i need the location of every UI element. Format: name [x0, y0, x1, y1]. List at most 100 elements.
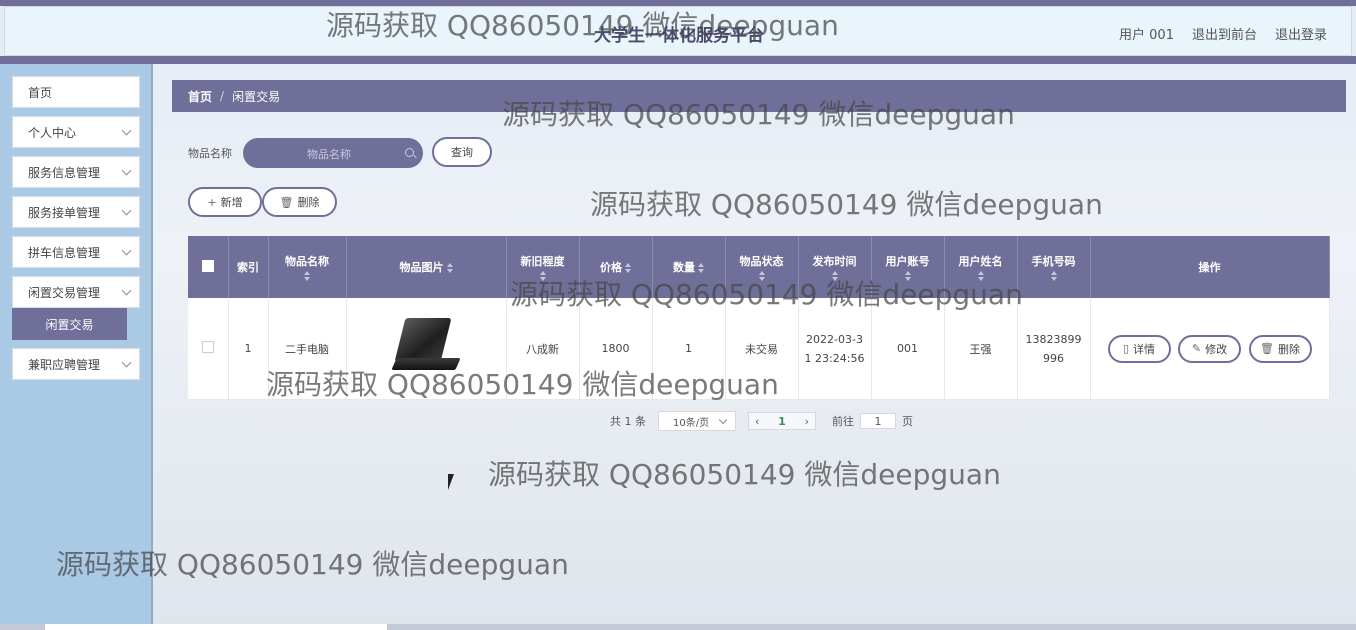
back-to-front-link[interactable]: 退出到前台: [1192, 24, 1257, 43]
breadcrumb-separator: /: [220, 89, 225, 103]
sidebar: 首页 个人中心 服务信息管理 服务接单管理 拼车信息管理 闲置交易管理 闲置交易…: [0, 64, 153, 630]
logout-link[interactable]: 退出登录: [1275, 24, 1327, 43]
chevron-down-icon: [718, 415, 728, 425]
plus-icon: +: [207, 195, 217, 209]
search-icon: [405, 148, 414, 157]
add-button[interactable]: + 新增: [188, 187, 262, 217]
sidebar-item-label: 个人中心: [28, 125, 77, 140]
sidebar-item-service-orders[interactable]: 服务接单管理: [12, 196, 140, 228]
sidebar-item-home[interactable]: 首页: [12, 76, 140, 108]
delete-button[interactable]: 🗑 删除: [262, 187, 337, 217]
sort-icon[interactable]: [304, 271, 310, 281]
document-icon: ▯: [1122, 342, 1130, 355]
row-select-cell: [188, 298, 229, 400]
header-divider: [0, 56, 1356, 64]
column-header[interactable]: 用户姓名: [944, 236, 1018, 298]
sort-icon[interactable]: [446, 263, 453, 273]
mouse-cursor-icon: [448, 474, 460, 490]
breadcrumb-current: 闲置交易: [232, 89, 281, 104]
sidebar-item-carpool[interactable]: 拼车信息管理: [12, 236, 140, 268]
column-header[interactable]: 物品名称: [268, 236, 347, 298]
pagination: 共 1 条 10条/页 ‹ 1 › 前往 1 页: [610, 410, 913, 432]
row-delete-button[interactable]: 🗑 删除: [1248, 334, 1312, 363]
trash-icon: 🗑: [279, 195, 294, 209]
item-name-cell: 二手电脑: [268, 298, 347, 400]
sidebar-item-idle-trade[interactable]: 闲置交易管理: [12, 276, 140, 308]
sidebar-item-label: 服务接单管理: [28, 205, 101, 220]
add-button-label: 新增: [220, 196, 243, 209]
sidebar-item-label: 服务信息管理: [28, 165, 101, 180]
column-header[interactable]: 物品图片: [346, 236, 507, 298]
taskbar-strip: [0, 624, 1356, 630]
sidebar-item-label: 拼车信息管理: [28, 245, 101, 260]
row-checkbox[interactable]: [201, 341, 214, 353]
pager: ‹ 1 ›: [748, 412, 816, 430]
column-header[interactable]: 数量: [652, 236, 726, 298]
detail-button[interactable]: ▯ 详情: [1107, 334, 1171, 363]
search-label: 物品名称: [188, 147, 232, 160]
table-header-row: 索引 物品名称 物品图片 新旧程度 价格 数量 物品状态 发布时间 用户账号 用…: [188, 236, 1330, 298]
price-cell: 1800: [579, 298, 653, 400]
watermark-text: 源码获取 QQ86050149 微信deepguan: [488, 458, 1001, 491]
row-delete-button-label: 删除: [1277, 342, 1300, 356]
sidebar-item-service-info[interactable]: 服务信息管理: [12, 156, 140, 188]
search-input[interactable]: [257, 143, 401, 165]
chevron-down-icon: [121, 357, 132, 368]
select-all-header: [188, 236, 229, 298]
chevron-down-icon: [121, 205, 132, 216]
column-header[interactable]: 发布时间: [798, 236, 872, 298]
breadcrumb-home[interactable]: 首页: [188, 88, 212, 105]
search-button[interactable]: 查询: [432, 137, 492, 167]
item-image-cell: [346, 298, 507, 400]
watermark-text: 源码获取 QQ86050149 微信deepguan: [590, 188, 1103, 221]
edit-button[interactable]: ✎ 修改: [1178, 334, 1241, 363]
column-header: 操作: [1090, 236, 1330, 298]
sidebar-item-part-time[interactable]: 兼职应聘管理: [12, 348, 140, 380]
page-size-value: 10条/页: [673, 417, 710, 429]
sidebar-item-label: 首页: [28, 85, 53, 100]
sort-icon[interactable]: [698, 263, 704, 273]
sidebar-item-label: 闲置交易管理: [28, 285, 101, 300]
phone-cell: 13823899 996: [1017, 298, 1091, 400]
sidebar-item-personal-center[interactable]: 个人中心: [12, 116, 140, 148]
column-header[interactable]: 手机号码: [1017, 236, 1091, 298]
sort-icon[interactable]: [977, 271, 984, 281]
laptop-base: [391, 357, 461, 370]
chevron-down-icon: [121, 165, 132, 176]
laptop-image[interactable]: [386, 316, 466, 382]
account-cell: 001: [871, 298, 945, 400]
sort-icon[interactable]: [539, 271, 546, 281]
condition-cell: 八成新: [506, 298, 580, 400]
column-header[interactable]: 物品状态: [725, 236, 799, 298]
chevron-down-icon: [121, 245, 132, 256]
column-header: 索引: [228, 236, 269, 298]
edit-button-label: 修改: [1205, 342, 1228, 356]
goto-page-input[interactable]: 1: [860, 413, 896, 429]
goto-label: 前往: [832, 415, 854, 428]
trash-icon: 🗑: [1260, 342, 1274, 355]
data-table: 索引 物品名称 物品图片 新旧程度 价格 数量 物品状态 发布时间 用户账号 用…: [188, 236, 1330, 400]
select-all-checkbox[interactable]: [201, 259, 214, 272]
publish-time-line: 2022-03-3: [806, 332, 863, 346]
column-header[interactable]: 用户账号: [871, 236, 945, 298]
next-page-button[interactable]: ›: [805, 415, 809, 428]
sort-icon[interactable]: [625, 263, 631, 273]
laptop-lid: [394, 317, 452, 362]
prev-page-button[interactable]: ‹: [755, 415, 759, 428]
sort-icon[interactable]: [904, 271, 911, 281]
sort-icon[interactable]: [831, 271, 838, 281]
user-label[interactable]: 用户 001: [1119, 24, 1174, 43]
sidebar-subitem-idle-trade[interactable]: 闲置交易: [12, 308, 127, 340]
header-links: 用户 001 退出到前台 退出登录: [1119, 24, 1327, 43]
current-page[interactable]: 1: [778, 415, 786, 428]
column-header[interactable]: 新旧程度: [506, 236, 580, 298]
table-row: 1 二手电脑 八成新 1800 1 未交易 2022-03-3 1 23:24:…: [188, 298, 1330, 400]
sort-icon[interactable]: [1050, 271, 1057, 281]
phone-line: 996: [1043, 351, 1064, 365]
index-cell: 1: [228, 298, 269, 400]
sort-icon[interactable]: [758, 271, 765, 281]
publish-time-line: 1 23:24:56: [804, 351, 865, 365]
column-header[interactable]: 价格: [579, 236, 653, 298]
username-cell: 王强: [944, 298, 1018, 400]
page-size-select[interactable]: 10条/页: [658, 411, 736, 431]
